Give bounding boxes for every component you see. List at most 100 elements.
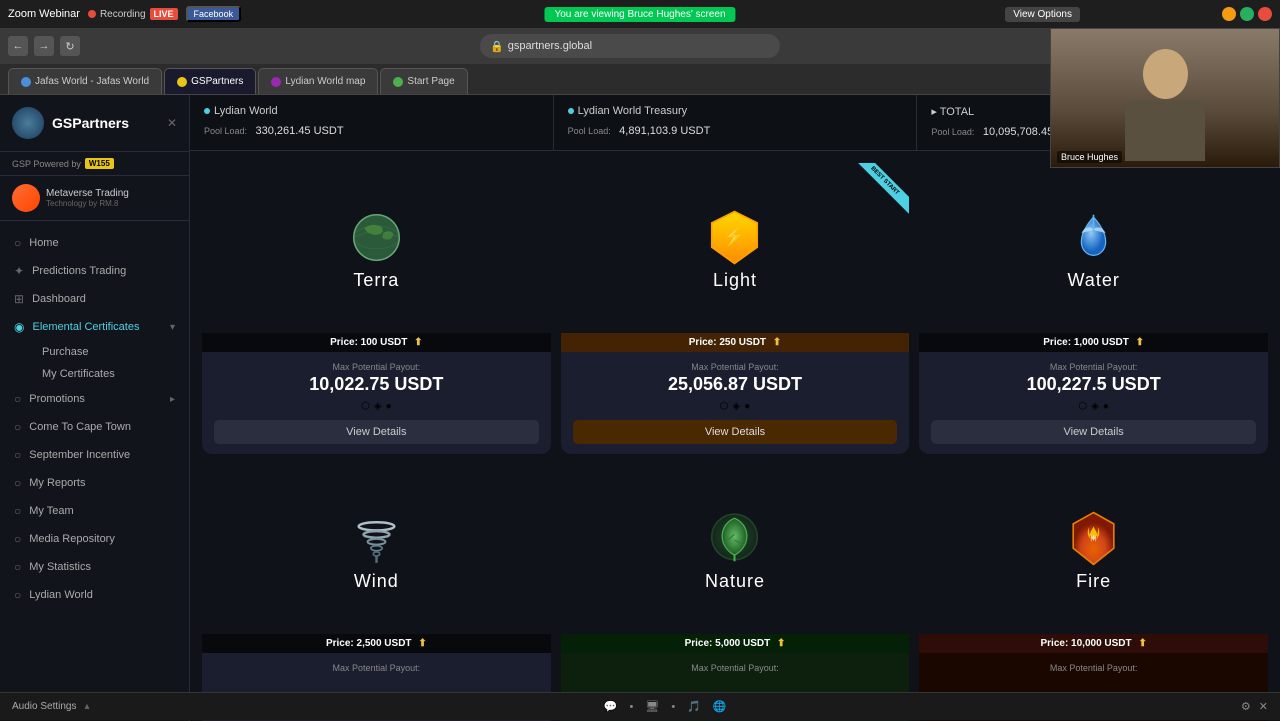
promotions-icon: ○	[14, 392, 21, 406]
pool-section-treasury: Lydian World Treasury Pool Load: 4,891,1…	[554, 95, 918, 150]
terra-view-details-button[interactable]: View Details	[214, 420, 539, 444]
sidebar-item-team[interactable]: ○ My Team	[0, 497, 189, 525]
sidebar-item-lydian[interactable]: ○ Lydian World	[0, 581, 189, 609]
light-view-details-button[interactable]: View Details	[573, 420, 898, 444]
card-terra[interactable]: Terra Price: 100 USDT ⬆ Max Potential Pa…	[202, 163, 551, 454]
screen-icon[interactable]: 🖥	[645, 700, 659, 713]
terra-icons-row: ⬡ ◈ ●	[214, 401, 539, 412]
chat-icon[interactable]: 💬	[604, 700, 618, 713]
gs-logo-icon	[12, 107, 44, 139]
wind-payout-label: Max Potential Payout:	[214, 663, 539, 673]
water-icon-2: ◈	[1091, 401, 1099, 412]
water-icon-1: ⬡	[1078, 401, 1087, 412]
bottom-bar: Audio Settings ▴ 💬 • 🖥 • 🎵 🌐 ⚙ ✕	[0, 692, 1280, 720]
cape-town-icon: ○	[14, 420, 21, 434]
nature-price-bar: Price: 5,000 USDT ⬆	[561, 634, 910, 653]
view-options-button[interactable]: View Options	[1005, 7, 1080, 22]
card-fire-upper: Fire	[919, 464, 1268, 634]
terra-icon-2: ◈	[374, 401, 382, 412]
w155-logo: W155	[85, 158, 114, 169]
reload-button[interactable]: ↻	[60, 36, 80, 56]
card-light[interactable]: BEST START ⚡ Light	[561, 163, 910, 454]
close-button[interactable]	[1258, 7, 1272, 21]
nav-label-home: Home	[29, 237, 58, 249]
card-wind[interactable]: Wind Price: 2,500 USDT ⬆ Max Potential P…	[202, 464, 551, 721]
dashboard-icon: ⊞	[14, 292, 24, 306]
url-bar[interactable]: 🔒 gspartners.global	[480, 34, 780, 58]
wind-name: Wind	[354, 571, 399, 592]
audio-settings-label[interactable]: Audio Settings	[12, 701, 77, 712]
tab-gspartners[interactable]: GSPartners	[164, 68, 256, 94]
maximize-button[interactable]	[1240, 7, 1254, 21]
nature-price: Price: 5,000 USDT	[685, 638, 771, 649]
fire-name: Fire	[1076, 571, 1111, 592]
sidebar-item-elemental[interactable]: ◉ Elemental Certificates ▾	[0, 313, 189, 341]
card-water[interactable]: Water Price: 1,000 USDT ⬆ Max Potential …	[919, 163, 1268, 454]
card-fire[interactable]: Fire Price: 10,000 USDT ⬆ Max Potential …	[919, 464, 1268, 721]
recording-text: Recording	[100, 9, 146, 20]
water-view-details-button[interactable]: View Details	[931, 420, 1256, 444]
wind-price: Price: 2,500 USDT	[326, 638, 412, 649]
mic-icon[interactable]: 🎵	[687, 700, 701, 713]
sidebar-item-predictions[interactable]: ✦ Predictions Trading	[0, 257, 189, 285]
terra-payout-label: Max Potential Payout:	[214, 362, 539, 372]
water-price: Price: 1,000 USDT	[1043, 337, 1129, 348]
sidebar-item-reports[interactable]: ○ My Reports	[0, 469, 189, 497]
terra-globe-icon	[344, 205, 409, 270]
terra-icon-1: ⬡	[361, 401, 370, 412]
minimize-button[interactable]	[1222, 7, 1236, 21]
screen-share-notice: You are viewing Bruce Hughes' screen	[544, 7, 735, 22]
predictions-icon: ✦	[14, 264, 24, 278]
person-figure	[1125, 49, 1205, 161]
tab-start-page[interactable]: Start Page	[380, 68, 467, 94]
bottom-right-section: ⚙ ✕	[1241, 700, 1268, 713]
card-terra-upper: Terra	[202, 163, 551, 333]
pool-dot-lydian	[204, 108, 210, 114]
statistics-icon: ○	[14, 560, 21, 574]
settings-icon[interactable]: ⚙	[1241, 700, 1251, 713]
audio-settings-arrow: ▴	[85, 701, 90, 712]
live-badge: LIVE	[150, 8, 178, 20]
tab-jafas-world[interactable]: Jafas World - Jafas World	[8, 68, 162, 94]
sidebar-item-my-certificates[interactable]: My Certificates	[28, 363, 189, 385]
terra-payout-value: 10,022.75 USDT	[214, 374, 539, 395]
sidebar-close-icon[interactable]: ✕	[167, 116, 177, 130]
sidebar-item-promotions[interactable]: ○ Promotions ▸	[0, 385, 189, 413]
card-nature[interactable]: Nature Price: 5,000 USDT ⬆ Max Potential…	[561, 464, 910, 721]
globe-icon[interactable]: 🌐	[713, 700, 727, 713]
pool-label-total: Pool Load:	[931, 127, 974, 137]
sidebar-item-purchase[interactable]: Purchase	[28, 341, 189, 363]
pool-title-total: ▸ TOTAL	[931, 105, 974, 118]
webcam-video	[1051, 29, 1279, 167]
sidebar-item-dashboard[interactable]: ⊞ Dashboard	[0, 285, 189, 313]
water-payout-label: Max Potential Payout:	[931, 362, 1256, 372]
card-nature-upper: Nature	[561, 464, 910, 634]
sidebar-item-statistics[interactable]: ○ My Statistics	[0, 553, 189, 581]
metaverse-section: Metaverse Trading Technology by RM.8	[0, 176, 189, 221]
tab-lydian-world[interactable]: Lydian World map	[258, 68, 378, 94]
nav-label-elemental: Elemental Certificates	[32, 321, 139, 333]
wind-tornado-icon	[344, 506, 409, 571]
nav-label-purchase: Purchase	[42, 346, 88, 358]
nav-sub-elemental: Purchase My Certificates	[0, 341, 189, 385]
recording-dot	[88, 10, 96, 18]
nature-payout-label: Max Potential Payout:	[573, 663, 898, 673]
sidebar-item-home[interactable]: ○ Home	[0, 229, 189, 257]
water-drop-icon	[1061, 205, 1126, 270]
nav-label-promotions: Promotions	[29, 393, 85, 405]
person-body	[1125, 101, 1205, 161]
back-button[interactable]: ←	[8, 36, 28, 56]
sidebar-item-media[interactable]: ○ Media Repository	[0, 525, 189, 553]
forward-button[interactable]: →	[34, 36, 54, 56]
nav-label-cape-town: Come To Cape Town	[29, 421, 131, 433]
sidebar-item-september[interactable]: ○ September Incentive	[0, 441, 189, 469]
sidebar-item-cape-town[interactable]: ○ Come To Cape Town	[0, 413, 189, 441]
light-shield-icon: ⚡	[702, 205, 767, 270]
powered-by-section: GSP Powered by W155	[0, 152, 189, 176]
promotions-expand-icon: ▸	[170, 394, 175, 405]
facebook-button[interactable]: Facebook	[186, 6, 242, 22]
water-icon-3: ●	[1103, 401, 1109, 412]
light-payout-value: 25,056.87 USDT	[573, 374, 898, 395]
terra-price: Price: 100 USDT	[330, 337, 407, 348]
close-bottom-icon[interactable]: ✕	[1259, 700, 1268, 713]
